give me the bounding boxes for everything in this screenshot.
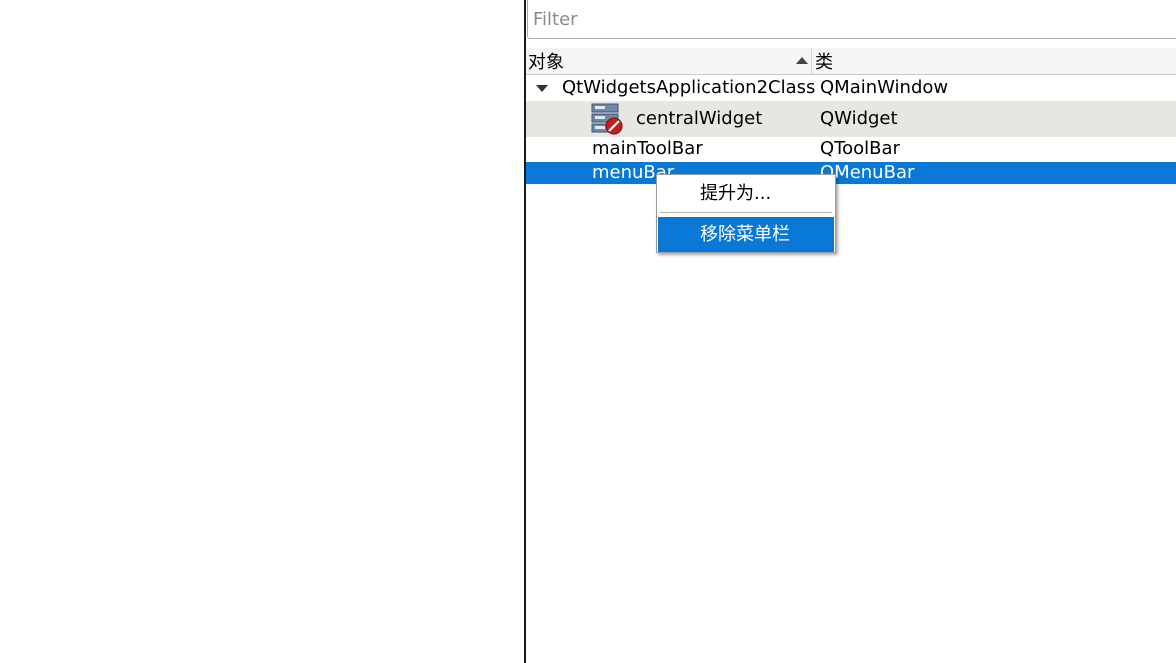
- column-header-class[interactable]: 类: [813, 48, 1176, 74]
- form-editor-canvas: [0, 0, 524, 663]
- column-header-class-label: 类: [815, 52, 833, 73]
- menu-item-promote-to[interactable]: 提升为...: [658, 177, 834, 211]
- menu-separator: [660, 212, 832, 213]
- filter-input[interactable]: [527, 0, 1176, 39]
- tree-row-centralwidget[interactable]: centralWidget QWidget: [526, 101, 1176, 137]
- tree-row-maintoolbar[interactable]: mainToolBar QToolBar: [526, 137, 1176, 161]
- tree-row-root[interactable]: QtWidgetsApplication2Class QMainWindow: [526, 76, 1176, 100]
- object-inspector-panel: 对象 类 QtWidgetsApplication2Class QMainWin…: [526, 0, 1176, 663]
- layout-broken-widget-icon: [591, 103, 623, 135]
- object-name: QtWidgetsApplication2Class: [562, 77, 816, 98]
- context-menu: 提升为... 移除菜单栏: [656, 174, 836, 253]
- chevron-down-icon[interactable]: [536, 85, 548, 92]
- object-name: mainToolBar: [592, 138, 703, 159]
- object-class: QMainWindow: [820, 77, 949, 98]
- tree-row-menubar[interactable]: menuBar QMenuBar: [526, 162, 1176, 184]
- tree-header: 对象 类: [526, 48, 1176, 75]
- object-name: centralWidget: [636, 108, 763, 129]
- object-class: QToolBar: [820, 138, 900, 159]
- menu-item-remove-menubar[interactable]: 移除菜单栏: [658, 217, 834, 252]
- object-class: QWidget: [820, 108, 898, 129]
- column-header-object-label: 对象: [528, 52, 564, 73]
- column-header-object[interactable]: 对象: [526, 48, 812, 74]
- sort-ascending-icon: [796, 57, 808, 64]
